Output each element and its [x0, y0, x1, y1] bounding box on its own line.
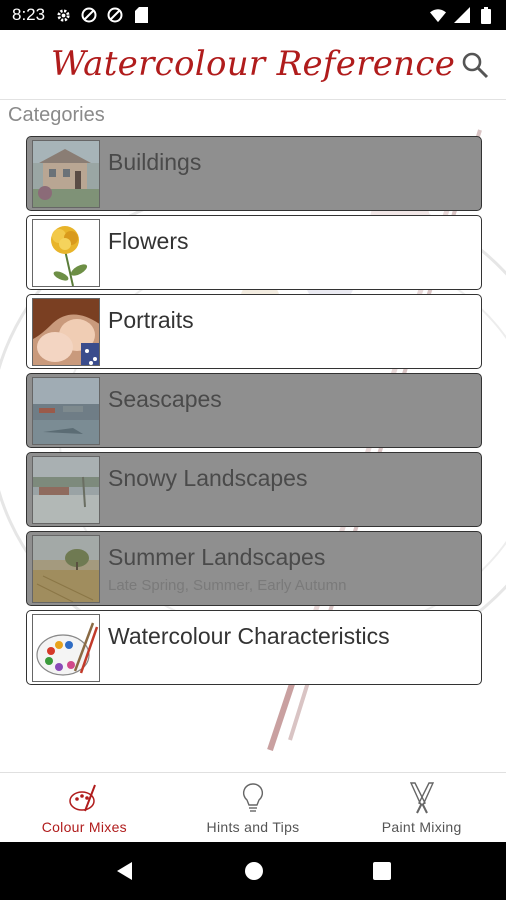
- status-time: 8:23: [12, 5, 46, 24]
- category-title: Flowers: [108, 228, 189, 254]
- wifi-icon: [430, 7, 446, 23]
- category-item-buildings[interactable]: Buildings: [26, 136, 482, 211]
- category-item-snowy-landscapes[interactable]: Snowy Landscapes: [26, 452, 482, 527]
- nav-paint-mixing[interactable]: Paint Mixing: [337, 773, 506, 842]
- nav-label: Hints and Tips: [206, 819, 300, 835]
- recents-icon[interactable]: [372, 861, 392, 881]
- gear-icon: [55, 7, 71, 23]
- battery-icon: [478, 6, 494, 24]
- category-item-portraits[interactable]: Portraits: [26, 294, 482, 369]
- nav-hints-and-tips[interactable]: Hints and Tips: [169, 773, 338, 842]
- bottom-navigation: Colour Mixes Hints and Tips Paint Mixing: [0, 772, 506, 842]
- system-navigation-bar: [0, 842, 506, 900]
- category-title: Summer Landscapes: [108, 544, 326, 570]
- sd-card-icon: [133, 7, 149, 23]
- category-subtitle: Late Spring, Summer, Early Autumn: [108, 577, 347, 594]
- category-title: Seascapes: [108, 386, 222, 412]
- content-area: Categories Buildings Flowers Portraits S…: [0, 100, 506, 772]
- search-button[interactable]: [458, 48, 492, 82]
- search-icon: [462, 52, 489, 79]
- lightbulb-icon: [243, 783, 263, 812]
- category-item-seascapes[interactable]: Seascapes: [26, 373, 482, 448]
- category-title: Snowy Landscapes: [108, 465, 308, 491]
- buildings-thumbnail: [32, 140, 100, 208]
- category-title: Portraits: [108, 307, 194, 333]
- crossed-knives-icon: [409, 782, 434, 814]
- category-item-summer-landscapes[interactable]: Summer Landscapes Late Spring, Summer, E…: [26, 531, 482, 606]
- app-title: Watercolour Reference: [50, 44, 456, 84]
- summer-landscapes-thumbnail: [32, 535, 100, 603]
- category-item-watercolour-characteristics[interactable]: Watercolour Characteristics: [26, 610, 482, 685]
- nav-colour-mixes[interactable]: Colour Mixes: [0, 773, 169, 842]
- portraits-thumbnail: [32, 298, 100, 366]
- flowers-thumbnail: [32, 219, 100, 287]
- blocked-icon: [107, 7, 123, 23]
- palette-brush-icon: [69, 784, 97, 812]
- nav-label: Colour Mixes: [41, 819, 127, 835]
- nav-label: Paint Mixing: [381, 819, 462, 835]
- app-bar: Watercolour Reference: [0, 30, 506, 100]
- back-icon[interactable]: [114, 860, 136, 882]
- palette-thumbnail: [32, 614, 100, 682]
- categories-label: Categories: [8, 104, 105, 126]
- category-title: Buildings: [108, 149, 202, 175]
- status-bar: 8:23: [0, 0, 506, 30]
- seascapes-thumbnail: [32, 377, 100, 445]
- category-title: Watercolour Characteristics: [108, 623, 390, 649]
- snowy-landscapes-thumbnail: [32, 456, 100, 524]
- home-icon[interactable]: [243, 860, 265, 882]
- blocked-icon: [81, 7, 97, 23]
- signal-icon: [454, 7, 470, 23]
- category-item-flowers[interactable]: Flowers: [26, 215, 482, 290]
- category-list: Buildings Flowers Portraits Seascapes Sn…: [26, 136, 482, 689]
